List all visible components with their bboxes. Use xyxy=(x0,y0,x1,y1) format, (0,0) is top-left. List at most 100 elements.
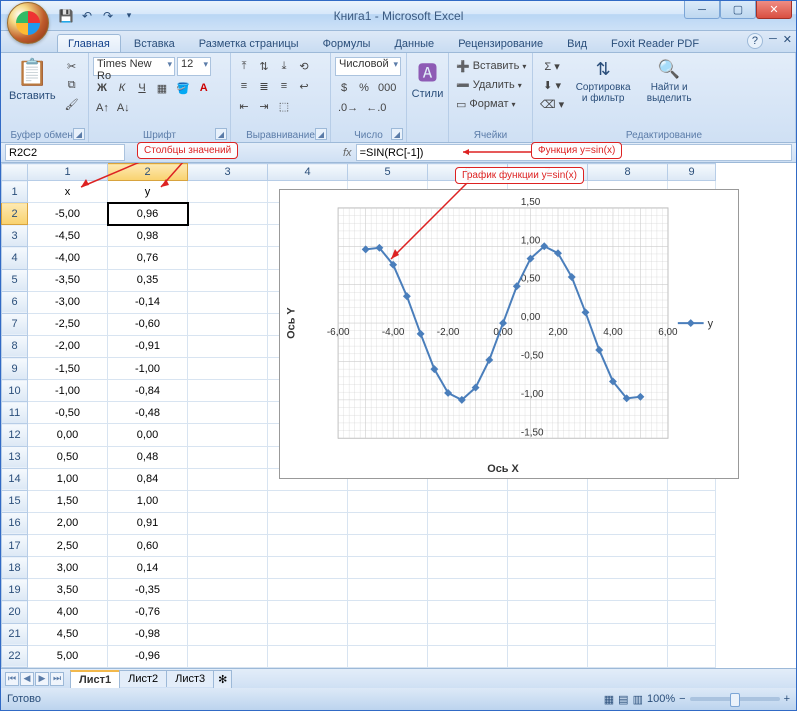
close-button[interactable]: ✕ xyxy=(756,1,792,19)
cell[interactable]: 0,96 xyxy=(108,203,188,225)
cell[interactable]: -4,00 xyxy=(28,247,108,269)
cell[interactable]: -0,84 xyxy=(108,380,188,402)
row-header[interactable]: 13 xyxy=(2,446,28,468)
underline-button[interactable]: Ч xyxy=(133,79,151,97)
zoom-slider[interactable] xyxy=(690,697,780,701)
decrease-indent-icon[interactable]: ⇤ xyxy=(235,97,253,115)
fx-icon[interactable]: fx xyxy=(343,147,352,159)
cell[interactable] xyxy=(188,380,268,402)
tab-home[interactable]: Главная xyxy=(57,34,121,52)
cell[interactable] xyxy=(188,446,268,468)
view-pagebreak-icon[interactable]: ▥ xyxy=(633,693,643,706)
col-header-5[interactable]: 5 xyxy=(348,164,428,181)
row-header[interactable]: 4 xyxy=(2,247,28,269)
currency-icon[interactable]: $ xyxy=(335,79,353,97)
cell[interactable]: -0,91 xyxy=(108,335,188,357)
shrink-font-icon[interactable]: A↓ xyxy=(114,99,133,117)
find-select-button[interactable]: 🔍 Найти и выделить xyxy=(639,57,699,113)
row-header[interactable]: 21 xyxy=(2,623,28,645)
number-dialog-launcher[interactable]: ◢ xyxy=(391,128,403,140)
sheet-nav-prev[interactable]: ◀ xyxy=(20,672,34,686)
cell[interactable] xyxy=(188,313,268,335)
paste-button[interactable]: 📋 Вставить xyxy=(5,55,60,140)
row-header[interactable]: 11 xyxy=(2,402,28,424)
maximize-button[interactable]: ▢ xyxy=(720,1,756,19)
row-header[interactable]: 17 xyxy=(2,535,28,557)
cell[interactable]: 4,50 xyxy=(28,623,108,645)
tab-foxit[interactable]: Foxit Reader PDF xyxy=(600,34,710,52)
cell[interactable]: 0,00 xyxy=(28,424,108,446)
cell[interactable] xyxy=(188,535,268,557)
cell[interactable]: 0,91 xyxy=(108,512,188,534)
tab-view[interactable]: Вид xyxy=(556,34,598,52)
cell[interactable]: 0,50 xyxy=(28,446,108,468)
cell[interactable]: -1,00 xyxy=(28,380,108,402)
cell[interactable]: 2,00 xyxy=(28,512,108,534)
row-header[interactable]: 5 xyxy=(2,269,28,291)
sheet-tab-3[interactable]: Лист3 xyxy=(166,670,214,687)
merge-cells-icon[interactable]: ⬚ xyxy=(275,97,293,115)
decrease-decimal-icon[interactable]: ←.0 xyxy=(363,99,389,117)
cell[interactable]: 3,50 xyxy=(28,579,108,601)
help-button[interactable]: ? xyxy=(747,33,763,49)
cell[interactable] xyxy=(188,291,268,313)
cut-icon[interactable]: ✂ xyxy=(62,57,82,75)
row-header[interactable]: 14 xyxy=(2,468,28,490)
cell[interactable]: -5,00 xyxy=(28,203,108,225)
row-header[interactable]: 3 xyxy=(2,225,28,247)
sheet-nav-next[interactable]: ▶ xyxy=(35,672,49,686)
cell[interactable]: 0,84 xyxy=(108,468,188,490)
increase-decimal-icon[interactable]: .0→ xyxy=(335,99,361,117)
name-box[interactable]: R2C2 xyxy=(5,144,125,161)
zoom-level[interactable]: 100% xyxy=(647,693,675,705)
clipboard-dialog-launcher[interactable]: ◢ xyxy=(73,128,85,140)
cell[interactable]: -1,50 xyxy=(28,358,108,380)
cell[interactable] xyxy=(188,601,268,623)
cell[interactable]: -3,50 xyxy=(28,269,108,291)
zoom-in-button[interactable]: + xyxy=(784,693,790,705)
zoom-out-button[interactable]: − xyxy=(679,693,685,705)
autosum-icon[interactable]: Σ ▾ xyxy=(537,57,567,75)
alignment-dialog-launcher[interactable]: ◢ xyxy=(315,128,327,140)
row-header[interactable]: 15 xyxy=(2,490,28,512)
cell[interactable] xyxy=(188,335,268,357)
row-header[interactable]: 16 xyxy=(2,512,28,534)
cell[interactable]: 0,98 xyxy=(108,225,188,247)
cell[interactable]: -0,48 xyxy=(108,402,188,424)
cell[interactable]: -0,96 xyxy=(108,645,188,667)
cell[interactable]: 0,00 xyxy=(108,424,188,446)
cell[interactable]: 1,50 xyxy=(28,490,108,512)
cell[interactable] xyxy=(188,358,268,380)
tab-review[interactable]: Рецензирование xyxy=(447,34,554,52)
cell[interactable]: 0,48 xyxy=(108,446,188,468)
sheet-tab-2[interactable]: Лист2 xyxy=(119,670,167,687)
ribbon-close-icon[interactable]: ✕ xyxy=(783,33,792,49)
redo-icon[interactable]: ↷ xyxy=(99,7,117,25)
row-header[interactable]: 19 xyxy=(2,579,28,601)
cell[interactable] xyxy=(188,557,268,579)
row-header[interactable]: 9 xyxy=(2,358,28,380)
cell[interactable]: 0,14 xyxy=(108,557,188,579)
font-size-combo[interactable]: 12 xyxy=(177,57,211,76)
cell[interactable]: -3,00 xyxy=(28,291,108,313)
cells-format-button[interactable]: ▭Формат▾ xyxy=(453,95,528,113)
font-dialog-launcher[interactable]: ◢ xyxy=(215,128,227,140)
align-left-icon[interactable]: ≡ xyxy=(235,77,253,95)
select-all-corner[interactable] xyxy=(2,164,28,181)
fill-icon[interactable]: ⬇ ▾ xyxy=(537,76,567,94)
ribbon-minimize-icon[interactable]: ─ xyxy=(769,33,777,49)
cell[interactable]: 2,50 xyxy=(28,535,108,557)
cell[interactable] xyxy=(188,468,268,490)
minimize-button[interactable]: ─ xyxy=(684,1,720,19)
cell[interactable]: -0,35 xyxy=(108,579,188,601)
cell[interactable] xyxy=(188,512,268,534)
align-top-icon[interactable]: ⤒ xyxy=(235,57,253,75)
col-header-9[interactable]: 9 xyxy=(668,164,716,181)
format-painter-icon[interactable]: 🖌 xyxy=(62,95,82,113)
cell[interactable]: 0,76 xyxy=(108,247,188,269)
cell[interactable] xyxy=(188,225,268,247)
row-header[interactable]: 8 xyxy=(2,335,28,357)
view-pagelayout-icon[interactable]: ▤ xyxy=(618,693,628,706)
cell[interactable]: 1,00 xyxy=(108,490,188,512)
cell[interactable] xyxy=(188,645,268,667)
